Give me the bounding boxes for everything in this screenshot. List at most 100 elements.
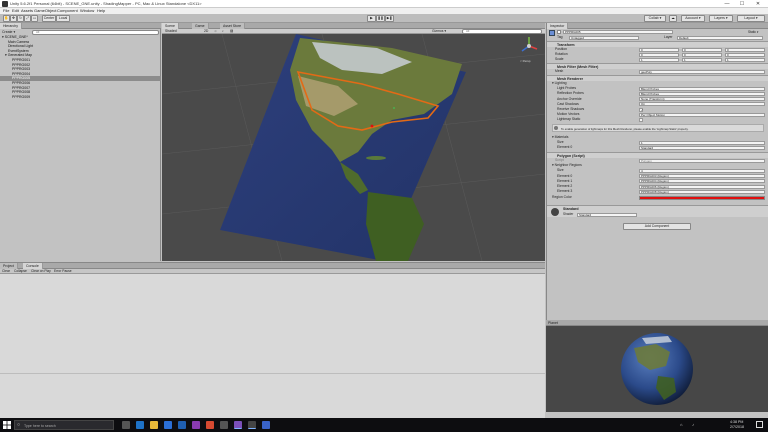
lightmap-static-checkbox[interactable] bbox=[639, 117, 643, 122]
material-element-field[interactable]: Standard bbox=[639, 145, 765, 150]
shader-dropdown[interactable]: Standard bbox=[577, 212, 637, 217]
windows-start-icon[interactable] bbox=[3, 421, 11, 429]
hierarchy-panel: Hierarchy Create ▾ All ▾ SCENE_GNE* Main… bbox=[0, 23, 161, 261]
layer-label: Layer bbox=[664, 35, 673, 39]
pause-button[interactable]: ❚❚ bbox=[376, 15, 385, 22]
info-icon bbox=[554, 126, 558, 130]
title-bar: Unity 5.6.2f1 Personal (64bit) - SCENE_G… bbox=[0, 0, 768, 8]
rotation-y-field[interactable]: 0 bbox=[682, 52, 722, 57]
maximize-button[interactable]: ☐ bbox=[735, 0, 749, 8]
rotation-x-field[interactable]: 0 bbox=[639, 52, 679, 57]
neighbors-size-field[interactable]: 4 bbox=[639, 168, 765, 173]
console-divider bbox=[0, 373, 545, 374]
volume-icon[interactable]: ♪ bbox=[692, 422, 694, 427]
rotate-tool-icon[interactable]: ↻ bbox=[17, 15, 24, 22]
cloud-icon[interactable]: ☁ bbox=[669, 15, 677, 22]
store-icon[interactable] bbox=[164, 421, 172, 429]
hierarchy-item[interactable]: PPPRG009 bbox=[0, 95, 161, 100]
create-dropdown[interactable]: Create ▾ bbox=[2, 30, 15, 35]
error-pause-button[interactable]: Error Pause bbox=[54, 269, 72, 274]
static-toggle[interactable]: Static ▾ bbox=[748, 30, 758, 34]
layer-dropdown[interactable]: Default bbox=[677, 35, 763, 40]
shader-label: Shader bbox=[563, 212, 574, 216]
motion-vectors-dropdown[interactable]: Per Object Motion bbox=[639, 112, 765, 117]
account-dropdown[interactable]: Account ▾ bbox=[681, 15, 705, 22]
scale-tool-icon[interactable]: ⤢ bbox=[24, 15, 31, 22]
active-checkbox[interactable] bbox=[557, 30, 561, 34]
materials-size-field[interactable]: 1 bbox=[639, 140, 765, 145]
receive-shadows-checkbox[interactable]: ✓ bbox=[639, 107, 644, 112]
orientation-gizmo[interactable] bbox=[521, 37, 538, 52]
script-field[interactable]: Polygon bbox=[639, 158, 765, 163]
visual-studio-icon[interactable] bbox=[234, 421, 242, 429]
preview-area[interactable] bbox=[546, 326, 768, 412]
space-toggle[interactable]: Local bbox=[56, 15, 70, 22]
mesh-field[interactable]: geoPoly bbox=[639, 69, 765, 74]
clock-time[interactable]: 4:38 PM bbox=[730, 420, 743, 424]
region-color-swatch[interactable] bbox=[639, 195, 765, 200]
console-panel: Project Console Clear Collapse Clear on … bbox=[0, 262, 545, 418]
onenote-icon[interactable] bbox=[192, 421, 200, 429]
app-icon[interactable] bbox=[262, 421, 270, 429]
scale-x-field[interactable]: 1 bbox=[639, 57, 679, 62]
tab-inspector[interactable]: Inspector bbox=[547, 23, 569, 29]
region-color-row: Region Color bbox=[549, 195, 766, 200]
app-icon[interactable] bbox=[220, 421, 228, 429]
chrome-icon[interactable] bbox=[206, 421, 214, 429]
pivot-toggle[interactable]: Center bbox=[42, 15, 56, 22]
light-probes-dropdown[interactable]: Blend Probes bbox=[639, 86, 765, 91]
collab-dropdown[interactable]: Collab ▾ bbox=[644, 15, 666, 22]
scene-search-input[interactable]: All bbox=[462, 29, 542, 34]
hierarchy-search-input[interactable]: All bbox=[32, 29, 159, 35]
renderer-row: Lightmap Static bbox=[549, 117, 766, 122]
globe-preview bbox=[621, 333, 693, 405]
neighbor-element-field[interactable]: PPPRG006 (Region) bbox=[639, 184, 765, 189]
window-title: Unity 5.6.2f1 Personal (64bit) - SCENE_G… bbox=[10, 1, 202, 6]
anchor-override-field[interactable]: None (Transform) bbox=[639, 97, 765, 102]
task-view-icon[interactable] bbox=[122, 421, 130, 429]
add-component-button[interactable]: Add Component bbox=[623, 223, 691, 230]
move-tool-icon[interactable]: ✥ bbox=[10, 15, 17, 22]
scene-view[interactable]: < Persp bbox=[162, 34, 545, 261]
cast-shadows-dropdown[interactable]: On bbox=[639, 102, 765, 107]
globe-sphere bbox=[621, 333, 693, 405]
network-icon[interactable]: ⌂ bbox=[680, 422, 682, 427]
edge-icon[interactable] bbox=[136, 421, 144, 429]
layout-dropdown[interactable]: Layout ▾ bbox=[737, 15, 765, 22]
scale-z-field[interactable]: 1 bbox=[725, 57, 765, 62]
scale-label: Scale bbox=[555, 57, 564, 62]
rect-tool-icon[interactable]: ▭ bbox=[31, 15, 38, 22]
word-icon[interactable] bbox=[178, 421, 186, 429]
neighbor-element-field[interactable]: PPPRG004 (Region) bbox=[639, 179, 765, 184]
file-explorer-icon[interactable] bbox=[150, 421, 158, 429]
position-x-field[interactable]: 0 bbox=[639, 47, 679, 52]
inspector-tabstrip: Inspector bbox=[547, 23, 768, 29]
position-y-field[interactable]: 0 bbox=[682, 47, 722, 52]
neighbor-element-label: Element 3 bbox=[557, 189, 573, 194]
close-button[interactable]: ✕ bbox=[751, 0, 765, 8]
position-z-field[interactable]: 0 bbox=[725, 47, 765, 52]
object-name-field[interactable]: PPPRG005 bbox=[563, 30, 673, 34]
pivot-marker bbox=[393, 107, 395, 109]
layers-dropdown[interactable]: Layers ▾ bbox=[709, 15, 733, 22]
tag-dropdown[interactable]: Untagged bbox=[569, 35, 639, 40]
persp-label[interactable]: < Persp bbox=[520, 59, 530, 63]
clock-date[interactable]: 2/7/2018 bbox=[730, 425, 744, 429]
windows-taskbar: ○ Type here to search ⌂ ♪ 4:38 PM 2/7/20… bbox=[0, 418, 768, 432]
minimize-button[interactable]: — bbox=[720, 0, 734, 8]
unity-taskbar-icon[interactable] bbox=[248, 421, 256, 429]
rotation-z-field[interactable]: 0 bbox=[725, 52, 765, 57]
neighbor-element-field[interactable]: PPPRG008 (Region) bbox=[639, 189, 765, 194]
hand-tool-icon[interactable]: ✋ bbox=[3, 15, 10, 22]
step-button[interactable]: ▶❚ bbox=[385, 15, 394, 22]
tab-hierarchy[interactable]: Hierarchy bbox=[0, 23, 22, 29]
neighbor-element-field[interactable]: PPPRG003 (Region) bbox=[639, 174, 765, 179]
taskbar-search-box[interactable]: ○ Type here to search bbox=[14, 420, 114, 430]
clear-on-play-button[interactable]: Clear on Play bbox=[31, 269, 51, 274]
reflection-probes-dropdown[interactable]: Blend Probes bbox=[639, 91, 765, 96]
collapse-button[interactable]: Collapse bbox=[14, 269, 27, 274]
scale-y-field[interactable]: 1 bbox=[682, 57, 722, 62]
clear-button[interactable]: Clear bbox=[2, 269, 10, 274]
play-button[interactable]: ▶ bbox=[367, 15, 376, 22]
notifications-icon[interactable] bbox=[756, 421, 763, 428]
